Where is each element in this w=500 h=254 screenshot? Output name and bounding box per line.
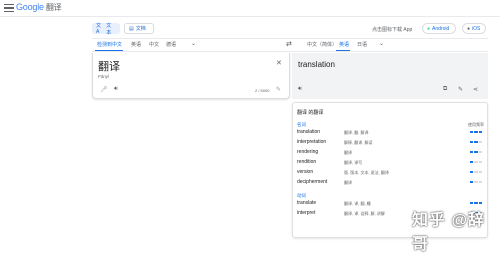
target-lang-dropdown-icon[interactable]: ⌄ <box>379 40 384 47</box>
frequency-label: 使用频率 <box>468 122 484 127</box>
dictionary-word[interactable]: interpret <box>297 210 315 216</box>
close-icon[interactable]: ✕ <box>276 59 282 67</box>
dictionary-back-translation: 版, 版本, 文本, 说法, 翻译 <box>344 169 389 175</box>
dictionary-back-translation: 解释, 翻译, 解读 <box>344 139 373 145</box>
logo-translate: 翻译 <box>45 3 62 12</box>
apple-icon: ● <box>467 25 471 32</box>
dictionary-back-translation: 翻译, 译写 <box>344 159 363 165</box>
dictionary-word[interactable]: rendering <box>297 149 318 155</box>
dictionary-back-translation: 翻译 <box>344 149 352 155</box>
dictionary-title: 翻译 的翻译 <box>297 110 324 116</box>
dictionary-word[interactable]: rendition <box>297 159 316 165</box>
source-lang-german[interactable]: 德语 <box>166 41 176 48</box>
speaker-icon[interactable]: 🔊︎ <box>114 86 118 93</box>
copy-icon[interactable]: ⧉ <box>443 86 447 93</box>
translate-icon: 文A <box>96 23 102 35</box>
verb-label: 动词 <box>297 193 306 198</box>
swap-languages-icon[interactable]: ⇄ <box>286 40 292 48</box>
dictionary-word[interactable]: version <box>297 169 313 175</box>
dictionary-back-translation: 翻译, 译, 翻, 繙 <box>344 200 371 206</box>
app-promo-text: 点击图标下载 App <box>372 27 413 33</box>
target-active-underline <box>336 50 350 51</box>
active-tab-underline <box>95 50 123 51</box>
translation-output: translation <box>298 60 335 69</box>
dictionary-back-translation: 翻译, 译, 诠释, 解, 讲解 <box>344 210 385 216</box>
source-lang-detected[interactable]: 检测到中文 <box>97 41 122 48</box>
source-lang-chinese[interactable]: 中文 <box>149 41 159 48</box>
dictionary-word[interactable]: interpretation <box>297 139 326 145</box>
android-icon: ● <box>427 25 431 32</box>
frequency-bar <box>470 181 482 183</box>
frequency-bar <box>470 202 482 204</box>
dictionary-word[interactable]: translation <box>297 129 320 135</box>
edit-pencil-icon[interactable]: ✎ <box>458 86 463 93</box>
target-speaker-icon[interactable]: 🔊︎ <box>298 86 302 93</box>
document-mode-label: 文档 <box>135 26 146 32</box>
frequency-bar <box>470 171 482 173</box>
android-label: Android <box>432 25 450 32</box>
target-lang-chinese[interactable]: 中文（简体） <box>307 41 337 48</box>
source-lang-english[interactable]: 英语 <box>131 41 141 48</box>
frequency-bar <box>470 151 482 153</box>
document-mode-button[interactable]: ▤ 文档 <box>124 23 154 34</box>
menu-icon[interactable] <box>4 4 14 13</box>
source-transliteration: Fānyì <box>98 74 110 79</box>
character-count: 2 / 5000 <box>255 88 270 93</box>
logo-google: Google <box>16 2 44 12</box>
share-icon[interactable]: ⋖ <box>473 86 478 93</box>
dictionary-back-translation: 翻译 <box>344 179 352 185</box>
target-lang-japanese[interactable]: 日语 <box>357 41 367 48</box>
logo: Google 翻译 <box>16 2 62 13</box>
microphone-icon[interactable]: 🎤︎ <box>100 86 108 93</box>
text-mode-button[interactable]: 文A 文本 <box>92 22 120 36</box>
ios-label: iOS <box>472 25 481 32</box>
dictionary-back-translation: 翻译, 翻, 解译 <box>344 129 369 135</box>
watermark: 知乎 @辞哥 <box>412 212 486 253</box>
source-lang-dropdown-icon[interactable]: ⌄ <box>191 40 196 47</box>
dictionary-word[interactable]: decipherment <box>297 179 327 185</box>
dictionary-word[interactable]: translate <box>297 200 316 206</box>
frequency-bar <box>470 141 482 143</box>
text-mode-label: 文本 <box>106 22 112 36</box>
header-divider <box>0 16 500 17</box>
document-icon: ▤ <box>129 25 134 32</box>
frequency-bar <box>470 131 482 133</box>
ios-app-button[interactable]: ● iOS <box>462 23 486 34</box>
source-input[interactable]: 翻译 <box>98 58 120 74</box>
android-app-button[interactable]: ● Android <box>422 23 456 34</box>
noun-label: 名词 <box>297 122 306 127</box>
target-lang-english[interactable]: 英语 <box>339 41 349 48</box>
frequency-bar <box>470 161 482 163</box>
edit-icon[interactable]: ✎ <box>276 86 281 93</box>
